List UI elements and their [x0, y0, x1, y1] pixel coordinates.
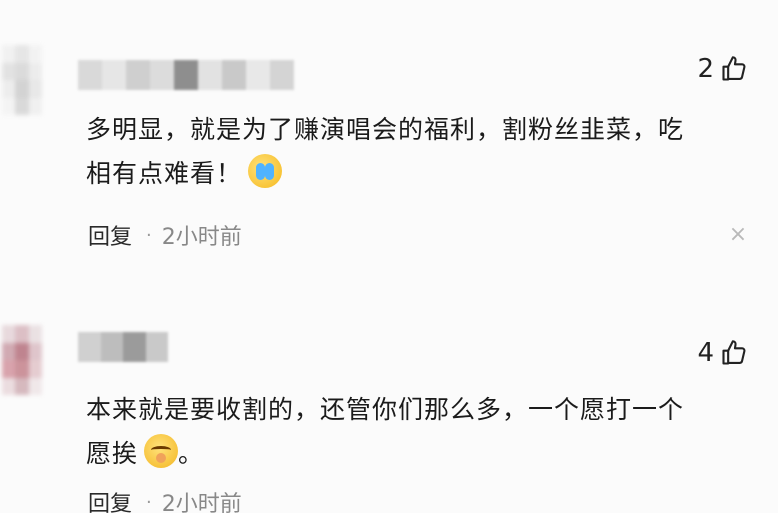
- avatar[interactable]: [2, 325, 42, 395]
- username-blurred[interactable]: [78, 332, 168, 362]
- crying-face-icon: [248, 154, 283, 188]
- comment-text-suffix: 。: [178, 439, 205, 468]
- comment-text-line: 愿挨 。: [86, 432, 746, 476]
- timestamp: 2小时前: [161, 492, 242, 513]
- timestamp: 2小时前: [161, 225, 242, 250]
- comment-text-line: 多明显，就是为了赚演唱会的福利，割粉丝韭菜，吃: [86, 115, 685, 144]
- username-blurred[interactable]: [78, 60, 294, 90]
- separator-dot: ·: [146, 224, 152, 246]
- like-button[interactable]: 4: [697, 338, 748, 368]
- comment-meta: 回复 · 2小时前: [88, 219, 242, 251]
- close-icon[interactable]: ×: [728, 224, 748, 246]
- comment-item: 4 本来就是要收割的，还管你们那么多，一个愿打一个 愿挨 。 回复 · 2小时前: [0, 290, 778, 513]
- shy-face-icon: [144, 434, 179, 468]
- comment-text-fragment: 相有点难看！: [86, 159, 243, 188]
- like-count: 2: [697, 54, 714, 84]
- comment-list: 2 多明显，就是为了赚演唱会的福利，割粉丝韭菜，吃 相有点难看！ 回复 · 2小…: [0, 0, 778, 513]
- thumbs-up-icon: [722, 340, 746, 365]
- like-button[interactable]: 2: [697, 54, 748, 84]
- comment-text-line: 相有点难看！: [86, 152, 746, 196]
- reply-button[interactable]: 回复: [88, 486, 132, 513]
- avatar[interactable]: [2, 45, 42, 115]
- comment-text-fragment: 愿挨: [86, 439, 139, 468]
- comment-text: 多明显，就是为了赚演唱会的福利，割粉丝韭菜，吃 相有点难看！: [86, 108, 746, 196]
- like-count: 4: [697, 338, 714, 368]
- comment-meta: 回复 · 2小时前: [88, 486, 242, 513]
- comment-item: 2 多明显，就是为了赚演唱会的福利，割粉丝韭菜，吃 相有点难看！ 回复 · 2小…: [0, 0, 778, 290]
- separator-dot: ·: [146, 491, 152, 513]
- thumbs-up-icon: [722, 56, 746, 81]
- reply-button[interactable]: 回复: [88, 219, 132, 251]
- comment-text: 本来就是要收割的，还管你们那么多，一个愿打一个 愿挨 。: [86, 388, 746, 476]
- comment-text-line: 本来就是要收割的，还管你们那么多，一个愿打一个: [86, 395, 685, 424]
